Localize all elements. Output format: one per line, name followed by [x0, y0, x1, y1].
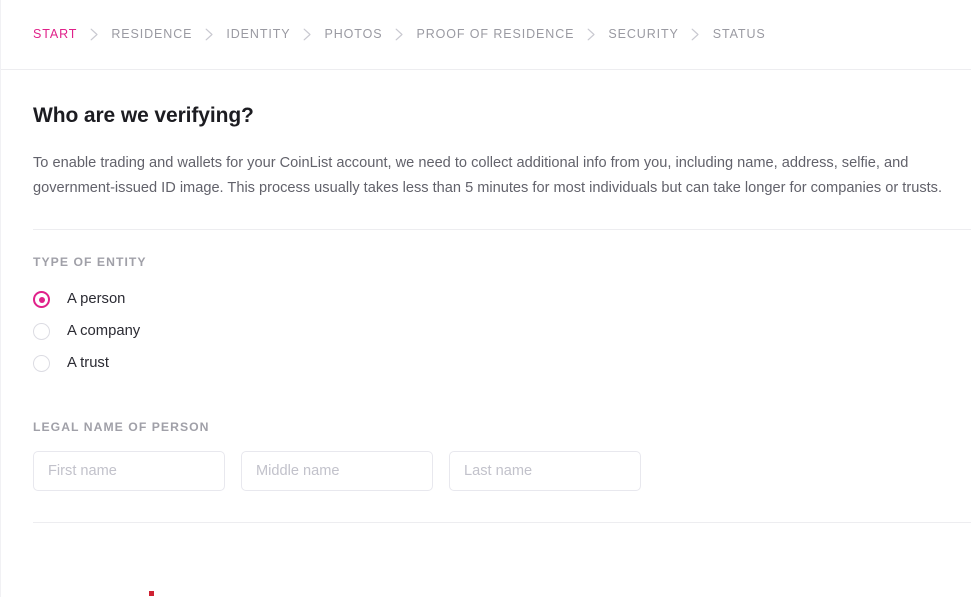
legal-name-inputs	[33, 450, 971, 491]
clipped-bottom-marker	[149, 591, 154, 596]
chevron-right-icon	[291, 28, 325, 41]
step-residence[interactable]: RESIDENCE	[111, 28, 192, 41]
progress-stepbar: START RESIDENCE IDENTITY PHOTOS PROOF OF…	[0, 0, 971, 70]
radio-option-company[interactable]: A company	[33, 316, 140, 348]
page-description: To enable trading and wallets for your C…	[33, 155, 943, 196]
section-divider-bottom	[33, 521, 971, 523]
legal-name-group: LEGAL NAME OF PERSON	[33, 380, 971, 491]
chevron-right-icon	[382, 28, 416, 41]
step-proof-of-residence[interactable]: PROOF OF RESIDENCE	[416, 28, 574, 41]
radio-selected-icon	[33, 291, 50, 309]
step-start[interactable]: START	[33, 28, 77, 41]
radio-label-trust: A trust	[67, 355, 109, 372]
radio-label-person: A person	[67, 291, 126, 308]
viewport-left-hairline	[0, 0, 1, 597]
radio-label-company: A company	[67, 323, 141, 340]
legal-name-label: LEGAL NAME OF PERSON	[33, 419, 210, 434]
chevron-right-icon	[679, 28, 713, 41]
radio-option-trust[interactable]: A trust	[33, 348, 109, 380]
entity-type-label: TYPE OF ENTITY	[33, 255, 147, 270]
chevron-right-icon	[77, 28, 111, 41]
step-security[interactable]: SECURITY	[608, 28, 678, 41]
radio-unselected-icon	[33, 323, 50, 341]
last-name-input[interactable]	[449, 450, 641, 491]
step-identity[interactable]: IDENTITY	[226, 28, 290, 41]
middle-name-input[interactable]	[241, 450, 433, 491]
chevron-right-icon	[574, 28, 608, 41]
entity-type-group: TYPE OF ENTITY A person A company A trus…	[33, 230, 971, 379]
entity-type-radio-group: A person A company A trust	[33, 284, 971, 380]
main-content: Who are we verifying? To enable trading …	[0, 70, 971, 523]
step-status[interactable]: STATUS	[713, 28, 766, 41]
radio-unselected-icon	[33, 355, 50, 373]
step-photos[interactable]: PHOTOS	[325, 28, 383, 41]
stepbar-items: START RESIDENCE IDENTITY PHOTOS PROOF OF…	[33, 28, 766, 41]
radio-option-person[interactable]: A person	[33, 284, 125, 316]
first-name-input[interactable]	[33, 450, 225, 491]
page-title: Who are we verifying?	[33, 104, 254, 127]
chevron-right-icon	[192, 28, 226, 41]
